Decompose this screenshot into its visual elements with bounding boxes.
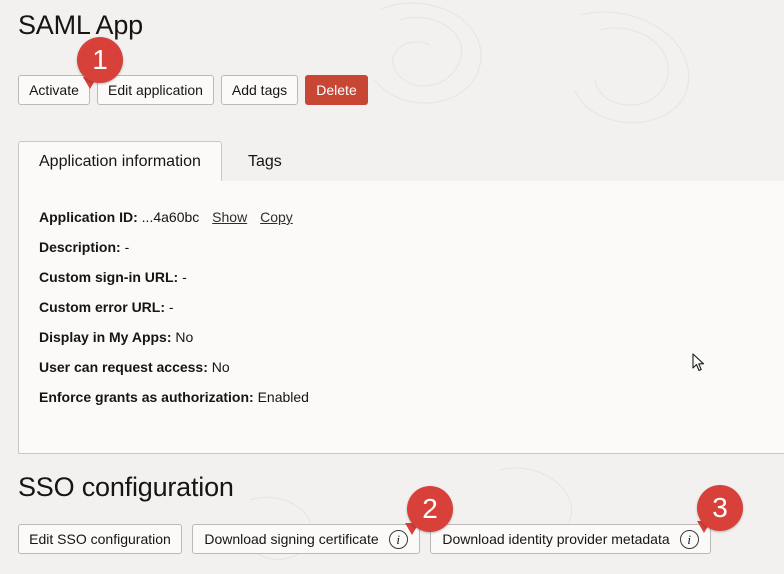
application-id-label: Application ID: [39, 209, 138, 225]
application-id-row: Application ID: ...4a60bc Show Copy [39, 209, 293, 225]
enforce-grants-value: Enabled [257, 389, 309, 405]
annotation-badge-3: 3 [697, 485, 743, 531]
copy-id-link[interactable]: Copy [260, 209, 293, 225]
display-in-my-apps-label: Display in My Apps: [39, 329, 172, 345]
page-title: SAML App [18, 10, 143, 40]
download-identity-provider-metadata-label: Download identity provider metadata [442, 531, 670, 547]
annotation-badge-1: 1 [77, 37, 123, 83]
download-signing-certificate-button[interactable]: Download signing certificate i [192, 524, 420, 554]
display-in-my-apps-value: No [175, 329, 194, 345]
show-id-link[interactable]: Show [212, 209, 247, 225]
user-can-request-access-row: User can request access: No [39, 359, 230, 375]
edit-application-button[interactable]: Edit application [97, 75, 214, 105]
sso-configuration-title: SSO configuration [18, 472, 234, 502]
download-signing-certificate-label: Download signing certificate [204, 531, 379, 547]
enforce-grants-row: Enforce grants as authorization: Enabled [39, 389, 309, 405]
description-row: Description: - [39, 239, 129, 255]
user-can-request-access-label: User can request access: [39, 359, 208, 375]
display-in-my-apps-row: Display in My Apps: No [39, 329, 193, 345]
mouse-cursor-icon [692, 353, 705, 372]
custom-sign-in-url-label: Custom sign-in URL: [39, 269, 179, 285]
application-id-value: ...4a60bc [141, 209, 200, 225]
custom-error-url-row: Custom error URL: - [39, 299, 174, 315]
enforce-grants-label: Enforce grants as authorization: [39, 389, 254, 405]
custom-sign-in-url-value: - [182, 269, 187, 285]
tab-tags[interactable]: Tags [228, 141, 302, 182]
custom-error-url-value: - [168, 299, 174, 315]
add-tags-button[interactable]: Add tags [221, 75, 298, 105]
activate-button[interactable]: Activate [18, 75, 90, 105]
edit-sso-configuration-button[interactable]: Edit SSO configuration [18, 524, 182, 554]
annotation-badge-2: 2 [407, 486, 453, 532]
user-can-request-access-value: No [211, 359, 230, 375]
tab-application-information[interactable]: Application information [18, 141, 222, 182]
application-information-panel: Application ID: ...4a60bc Show Copy Desc… [18, 181, 784, 454]
custom-error-url-label: Custom error URL: [39, 299, 166, 315]
description-label: Description: [39, 239, 121, 255]
delete-button[interactable]: Delete [305, 75, 368, 105]
custom-sign-in-url-row: Custom sign-in URL: - [39, 269, 187, 285]
download-identity-provider-metadata-button[interactable]: Download identity provider metadata i [430, 524, 711, 554]
tab-strip: Application information Tags [18, 141, 784, 182]
info-icon[interactable]: i [679, 529, 699, 549]
description-value: - [124, 239, 130, 255]
